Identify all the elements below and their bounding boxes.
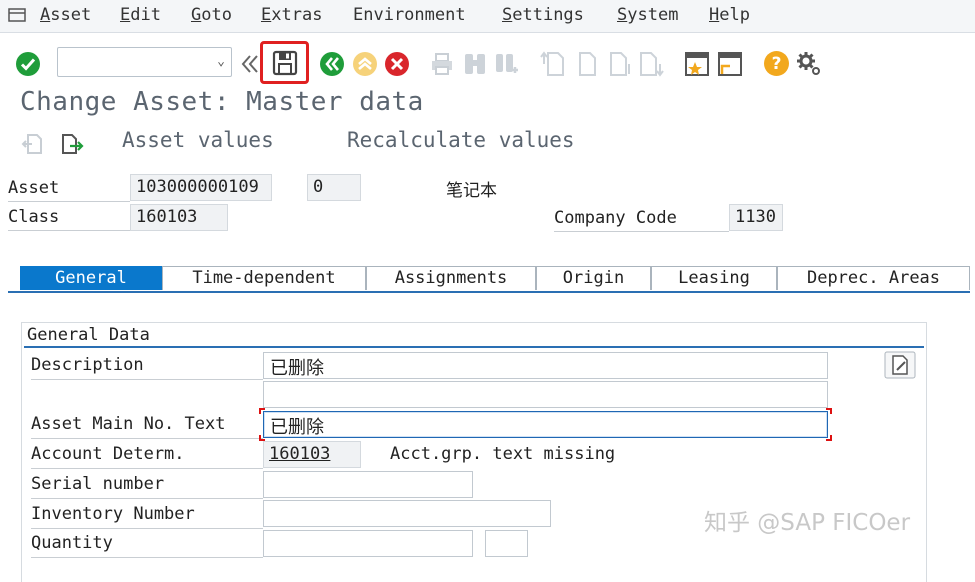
class-field[interactable]: 160103 [130,204,228,231]
page-title: Change Asset: Master data [20,87,424,117]
quantity-field[interactable] [263,530,473,557]
asset-label: Asset [8,178,130,202]
collapse-command-icon[interactable] [240,53,260,75]
menu-system[interactable]: System [617,5,678,25]
tab-general[interactable]: General [20,266,162,290]
asset-number-field[interactable]: 103000000109 [130,174,272,201]
tab-deprec-areas[interactable]: Deprec. Areas [777,266,970,290]
tab-leasing[interactable]: Leasing [651,266,777,290]
recalculate-values-button[interactable]: Recalculate values [347,128,575,152]
menu-edit[interactable]: Edit [120,5,161,25]
description-line2-field[interactable] [263,381,828,408]
next-page-icon[interactable] [607,50,633,78]
first-page-icon[interactable] [540,50,566,78]
quantity-label: Quantity [31,533,263,558]
focus-corner [826,408,832,414]
description-field[interactable]: 已删除 [263,352,828,379]
focus-corner [259,408,265,414]
account-determ-field[interactable]: 160103 [263,441,361,468]
quantity-unit-field[interactable] [485,530,528,557]
long-text-icon[interactable] [884,351,916,379]
company-code-field[interactable]: 1130 [729,204,783,231]
tab-assignments[interactable]: Assignments [366,266,536,290]
find-icon[interactable] [462,50,488,78]
menu-bar: Asset Edit Goto Extras Environment Setti… [0,0,975,33]
last-page-icon[interactable] [638,50,664,78]
inventory-number-label: Inventory Number [31,504,263,529]
tab-underline [8,291,970,293]
svg-text:?: ? [772,54,782,74]
menu-extras[interactable]: Extras [261,5,322,25]
back-icon[interactable] [319,51,345,77]
asset-values-button[interactable]: Asset values [122,128,274,152]
class-label: Class [8,207,130,231]
menu-asset[interactable]: Asset [40,5,91,25]
asset-main-no-text-field[interactable]: 已删除 [263,411,828,438]
display-change-back-icon[interactable] [21,132,43,156]
group-title-underline [24,346,924,348]
menu-environment[interactable]: Environment [353,5,466,25]
system-menu-icon[interactable] [8,8,26,22]
print-icon[interactable] [429,51,455,77]
command-field[interactable]: ⌄ [57,47,232,77]
find-next-icon[interactable] [494,50,520,78]
previous-page-icon[interactable] [574,50,600,78]
help-icon[interactable]: ? [763,50,790,77]
enter-icon[interactable] [15,51,41,77]
chevron-down-icon[interactable]: ⌄ [217,54,225,69]
watermark: 知乎 @SAP FICOer [704,510,911,536]
create-session-icon[interactable] [683,50,711,78]
focus-corner [826,435,832,441]
serial-number-label: Serial number [31,474,263,499]
description-label: Description [31,355,263,380]
command-input[interactable] [62,48,207,76]
exit-icon[interactable] [352,51,378,77]
company-code-label: Company Code [554,208,729,232]
menu-goto[interactable]: Goto [191,5,232,25]
asset-name-text: 笔记本 [446,181,497,201]
cancel-icon[interactable] [384,51,410,77]
menu-help[interactable]: Help [709,5,750,25]
general-data-title: General Data [27,325,150,345]
asset-subnumber-field[interactable]: 0 [307,174,361,201]
account-determ-label: Account Determ. [31,444,263,469]
display-change-icon[interactable] [60,132,84,156]
asset-main-no-text-label: Asset Main No. Text [31,414,263,439]
serial-number-field[interactable] [263,471,473,498]
tab-origin[interactable]: Origin [536,266,651,290]
shortcut-icon[interactable] [716,50,744,78]
tabstrip: General Time-dependent Assignments Origi… [20,266,970,294]
menu-settings[interactable]: Settings [502,5,584,25]
inventory-number-field[interactable] [263,500,551,527]
save-icon[interactable] [271,49,299,77]
tab-time-dependent[interactable]: Time-dependent [162,266,366,290]
customize-layout-icon[interactable] [795,50,823,78]
account-determ-text: Acct.grp. text missing [390,444,616,464]
